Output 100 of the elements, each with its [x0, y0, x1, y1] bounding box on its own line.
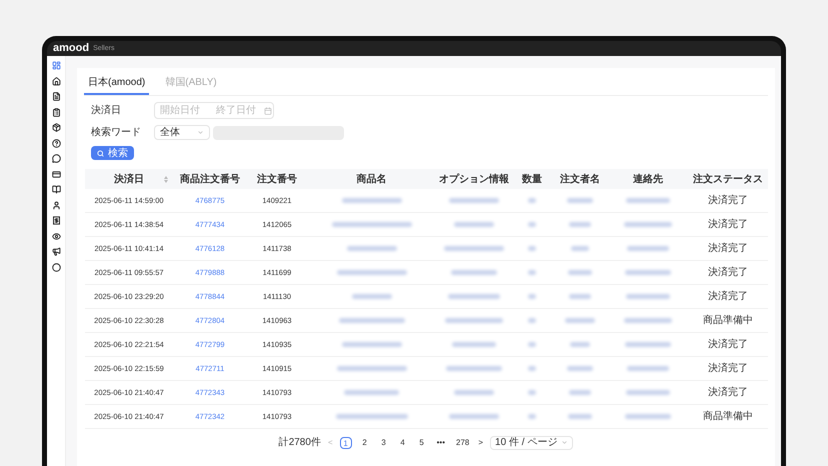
status-text: 決済完了 [708, 362, 748, 376]
book-icon[interactable] [52, 185, 60, 194]
redacted-text [528, 342, 536, 347]
redacted-text [626, 198, 670, 203]
column-header: 注文ステータス [693, 172, 763, 186]
column-header: 決済日 [114, 172, 144, 186]
column-header: 連絡先 [633, 172, 663, 186]
tab[interactable]: 韓国(ABLY) [161, 72, 221, 95]
column-header: 商品注文番号 [180, 172, 240, 186]
redacted-text [445, 318, 503, 323]
redacted-text [336, 414, 408, 419]
search-icon [97, 150, 104, 156]
redacted-text [565, 318, 595, 323]
redacted-text [448, 294, 500, 299]
redacted-text [444, 246, 504, 251]
redacted-text [528, 294, 536, 299]
package-icon[interactable] [52, 123, 60, 132]
redacted-text [569, 390, 591, 395]
eye-icon[interactable] [52, 232, 60, 240]
redacted-text [528, 318, 536, 323]
redacted-text [352, 294, 392, 299]
redacted-text [571, 246, 589, 251]
total-count: 計2780件 [278, 436, 321, 450]
chat-icon[interactable] [52, 154, 60, 163]
redacted-text [570, 342, 590, 347]
scope-select[interactable]: 全体 [154, 125, 210, 140]
status-text: 決済完了 [708, 218, 748, 232]
dashboard-icon[interactable] [52, 61, 60, 70]
end-date-input[interactable]: 終了日付 [216, 103, 256, 118]
redacted-text [626, 294, 670, 299]
redacted-text [627, 366, 669, 371]
status-text: 決済完了 [708, 290, 748, 304]
page-button[interactable]: 1 [340, 436, 352, 448]
status-text: 決済完了 [708, 338, 748, 352]
status-text: 商品準備中 [703, 410, 753, 424]
page-button[interactable]: 4 [396, 436, 409, 448]
redacted-text [342, 342, 402, 347]
redacted-text [336, 270, 406, 275]
clipboard-icon[interactable] [52, 108, 60, 116]
redacted-text [528, 366, 536, 371]
card-icon[interactable] [52, 170, 60, 178]
redacted-text [528, 414, 536, 419]
redacted-text [344, 390, 399, 395]
redacted-text [568, 414, 592, 419]
page-button[interactable]: 5 [416, 436, 428, 448]
next-page-button[interactable]: > [478, 436, 484, 448]
circle-icon[interactable] [52, 262, 60, 272]
redacted-text [449, 198, 499, 203]
redacted-text [625, 270, 671, 275]
status-text: 決済完了 [708, 194, 748, 208]
redacted-text [454, 390, 494, 395]
status-text: 決済完了 [708, 242, 748, 256]
redacted-text [626, 390, 670, 395]
redacted-text [624, 222, 672, 227]
page-button[interactable]: 3 [378, 436, 390, 448]
redacted-text [338, 318, 404, 323]
redacted-text [568, 270, 592, 275]
redacted-text [627, 246, 669, 251]
redacted-text [528, 390, 536, 395]
page-button[interactable]: ••• [434, 436, 448, 448]
receipt-icon[interactable] [52, 216, 60, 225]
logo: amood [53, 43, 90, 54]
status-text: 決済完了 [708, 266, 748, 280]
column-header: 商品名 [356, 172, 386, 186]
chevron-down-icon [197, 129, 204, 136]
page-button[interactable]: 2 [358, 436, 371, 448]
column-header: オプション情報 [439, 172, 509, 186]
redacted-text [569, 222, 591, 227]
home-icon[interactable] [52, 76, 60, 86]
redacted-text [451, 270, 497, 275]
redacted-text [454, 222, 494, 227]
redacted-text [567, 366, 593, 371]
megaphone-icon[interactable] [52, 247, 60, 256]
redacted-text [452, 342, 496, 347]
status-text: 決済完了 [708, 386, 748, 400]
page-button[interactable]: 278 [454, 436, 472, 448]
search-button[interactable]: 検索 [91, 146, 134, 160]
start-date-input[interactable]: 開始日付 [160, 103, 200, 118]
status-text: 商品準備中 [703, 314, 753, 328]
user-icon[interactable] [52, 200, 60, 210]
redacted-text [625, 414, 671, 419]
field-label: 検索ワード [91, 126, 142, 140]
date-range-field[interactable]: 開始日付 終了日付 [154, 102, 274, 119]
redacted-text [567, 198, 593, 203]
redacted-text [528, 270, 536, 275]
redacted-text [346, 246, 396, 251]
redacted-text [336, 366, 406, 371]
column-header: 注文番号 [257, 172, 297, 186]
chevron-down-icon [561, 439, 568, 446]
page-size-select[interactable]: 10 件 / ページ [490, 436, 574, 450]
redacted-text [342, 198, 402, 203]
column-header: 数量 [522, 172, 542, 186]
field-label: 決済日 [91, 104, 122, 118]
redacted-text [446, 366, 502, 371]
redacted-text [528, 222, 536, 227]
tab[interactable]: 日本(amood) [84, 72, 150, 95]
calendar-icon [264, 106, 272, 114]
help-icon[interactable] [52, 138, 60, 148]
redacted-text [528, 246, 536, 251]
document-icon[interactable] [52, 92, 60, 101]
